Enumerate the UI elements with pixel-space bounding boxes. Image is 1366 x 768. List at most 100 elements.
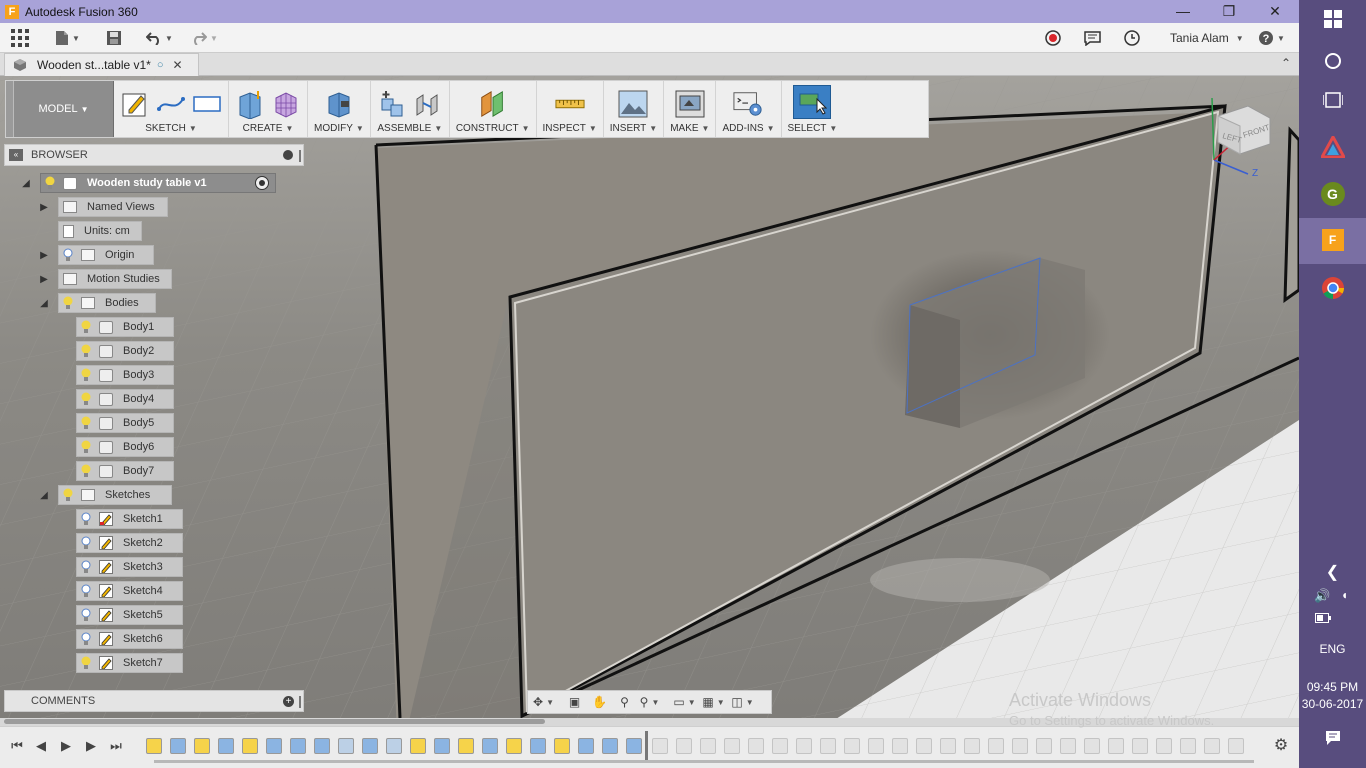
timeline-suppressed-feature-icon[interactable]: [964, 738, 980, 754]
timeline-extrude-icon[interactable]: [578, 738, 594, 754]
timeline-sketch-icon[interactable]: [242, 738, 258, 754]
insert-image-icon[interactable]: [618, 89, 648, 119]
timeline-extrude-icon[interactable]: [530, 738, 546, 754]
activate-component-icon[interactable]: [255, 176, 269, 190]
view-cube[interactable]: LEFT FRONT Z: [1204, 92, 1280, 180]
close-button[interactable]: ✕: [1252, 0, 1298, 23]
motion-studies-node[interactable]: Motion Studies: [58, 269, 172, 289]
pan-hand-icon[interactable]: ✋: [588, 692, 611, 712]
timeline-suppressed-feature-icon[interactable]: [1132, 738, 1148, 754]
fit-zoom-icon[interactable]: ⚲ ▼: [638, 692, 661, 712]
horizontal-scrollbar[interactable]: [0, 718, 1299, 726]
timeline-component-icon[interactable]: [338, 738, 354, 754]
toolbar-group-construct[interactable]: CONSTRUCT ▼: [450, 81, 537, 137]
timeline-marker[interactable]: [645, 731, 648, 761]
spline-icon[interactable]: [156, 89, 186, 119]
list-item[interactable]: Sketch5: [76, 605, 183, 625]
toolbar-group-sketch[interactable]: SKETCH ▼: [114, 81, 229, 137]
timeline-suppressed-feature-icon[interactable]: [1204, 738, 1220, 754]
visibility-bulb-icon[interactable]: [79, 391, 93, 407]
timeline-suppressed-feature-icon[interactable]: [772, 738, 788, 754]
toolbar-group-insert[interactable]: INSERT ▼: [604, 81, 665, 137]
tree-units[interactable]: Units: cm: [38, 221, 142, 241]
chrome-icon[interactable]: [1299, 276, 1366, 303]
list-item[interactable]: Body3: [76, 365, 174, 385]
list-item[interactable]: Body6: [76, 437, 174, 457]
visibility-bulb-icon[interactable]: [79, 655, 93, 671]
list-item[interactable]: Body1: [76, 317, 174, 337]
list-item[interactable]: Sketch2: [76, 533, 183, 553]
comments-resize-handle[interactable]: [299, 696, 301, 708]
timeline-suppressed-feature-icon[interactable]: [1228, 738, 1244, 754]
autodesk-app-icon[interactable]: [1299, 133, 1366, 161]
timeline-suppressed-feature-icon[interactable]: [1084, 738, 1100, 754]
redo-button[interactable]: ▼: [191, 27, 218, 49]
expand-triangle-icon[interactable]: ▶: [38, 273, 50, 285]
timeline-suppressed-feature-icon[interactable]: [1060, 738, 1076, 754]
timeline-suppressed-feature-icon[interactable]: [724, 738, 740, 754]
clock-time[interactable]: 09:45 PM: [1299, 680, 1366, 694]
list-item[interactable]: Body2: [76, 341, 174, 361]
scripts-addins-icon[interactable]: [733, 89, 763, 119]
joint-icon[interactable]: [413, 89, 443, 119]
show-hidden-icons-chevron-icon[interactable]: ❮: [1299, 562, 1366, 582]
timeline-end-icon[interactable]: ⏭: [107, 737, 125, 755]
timeline-extrude-icon[interactable]: [482, 738, 498, 754]
tree-motion-studies[interactable]: ▶ Motion Studies: [38, 269, 172, 289]
scrollbar-thumb[interactable]: [4, 719, 545, 724]
timeline-extrude-icon[interactable]: [290, 738, 306, 754]
timeline-suppressed-feature-icon[interactable]: [868, 738, 884, 754]
display-settings-icon[interactable]: ▭ ▼: [673, 692, 696, 712]
timeline-suppressed-feature-icon[interactable]: [1156, 738, 1172, 754]
toolbar-group-assemble[interactable]: ASSEMBLE ▼: [371, 81, 450, 137]
visibility-bulb-off-icon[interactable]: [61, 247, 75, 263]
create-form-icon[interactable]: [271, 89, 301, 119]
file-menu-button[interactable]: ▼: [55, 27, 80, 49]
timeline-sketch-icon[interactable]: [146, 738, 162, 754]
visibility-bulb-icon[interactable]: [61, 487, 75, 503]
3d-print-icon[interactable]: [675, 89, 705, 119]
timeline-extrude-icon[interactable]: [218, 738, 234, 754]
visibility-bulb-off-icon[interactable]: [79, 535, 93, 551]
sketches-node[interactable]: Sketches: [58, 485, 172, 505]
list-item[interactable]: Sketch3: [76, 557, 183, 577]
tree-origin[interactable]: ▶ Origin: [38, 245, 154, 265]
zoom-icon[interactable]: ⚲: [613, 692, 636, 712]
toolbar-group-select[interactable]: SELECT ▼: [782, 81, 844, 137]
visibility-bulb-icon[interactable]: [61, 295, 75, 311]
timeline-next-icon[interactable]: ▶: [82, 737, 100, 755]
visibility-bulb-icon[interactable]: [79, 439, 93, 455]
undo-button[interactable]: ▼: [146, 27, 173, 49]
visibility-bulb-off-icon[interactable]: [79, 631, 93, 647]
new-component-icon[interactable]: [377, 89, 407, 119]
list-item[interactable]: Body4: [76, 389, 174, 409]
browser-resize-handle[interactable]: [299, 150, 301, 162]
browser-minimize-icon[interactable]: [283, 150, 293, 160]
visibility-bulb-icon[interactable]: [79, 367, 93, 383]
list-item[interactable]: Body7: [76, 461, 174, 481]
timeline-extrude-icon[interactable]: [266, 738, 282, 754]
toolbar-group-create[interactable]: CREATE ▼: [229, 81, 308, 137]
fusion-taskbar-icon[interactable]: F: [1299, 218, 1366, 264]
timeline-sketch-icon[interactable]: [194, 738, 210, 754]
timeline-suppressed-feature-icon[interactable]: [820, 738, 836, 754]
offset-plane-icon[interactable]: [478, 89, 508, 119]
press-pull-icon[interactable]: [324, 89, 354, 119]
toolbar-group-inspect[interactable]: INSPECT ▼: [537, 81, 604, 137]
rectangle-icon[interactable]: [192, 89, 222, 119]
timeline-suppressed-feature-icon[interactable]: [1036, 738, 1052, 754]
task-view-icon[interactable]: [1299, 92, 1366, 111]
visibility-bulb-off-icon[interactable]: [79, 559, 93, 575]
help-button[interactable]: ? ▼: [1258, 23, 1285, 53]
document-tab[interactable]: Wooden st...table v1* ○ ✕: [4, 53, 199, 76]
timeline-settings-gear-icon[interactable]: ⚙: [1272, 737, 1290, 755]
timeline-suppressed-feature-icon[interactable]: [916, 738, 932, 754]
bodies-node[interactable]: Bodies: [58, 293, 156, 313]
visibility-bulb-icon[interactable]: [79, 463, 93, 479]
named-views-node[interactable]: Named Views: [58, 197, 168, 217]
visibility-bulb-icon[interactable]: [43, 175, 57, 191]
timeline-scrollbar[interactable]: [154, 760, 1254, 763]
timeline-sketch-icon[interactable]: [410, 738, 426, 754]
timeline-sketch-icon[interactable]: [458, 738, 474, 754]
green-app-icon[interactable]: G: [1299, 182, 1366, 206]
